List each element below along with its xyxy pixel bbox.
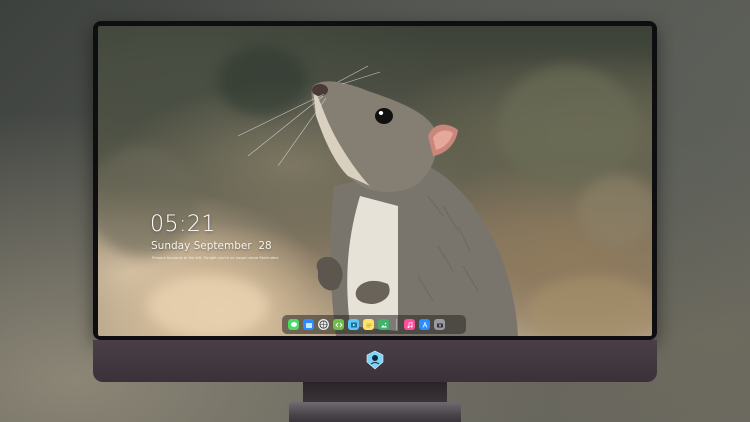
monitor-neck bbox=[303, 382, 447, 404]
media-icon[interactable] bbox=[348, 319, 359, 330]
browser-icon[interactable] bbox=[318, 319, 329, 330]
app-store-icon[interactable] bbox=[419, 319, 430, 330]
lock-screen-clock: 05:21 bbox=[150, 212, 216, 237]
lock-screen-wallpaper bbox=[98, 26, 652, 336]
camera-icon[interactable] bbox=[434, 319, 445, 330]
dock-separator bbox=[396, 319, 397, 330]
dock bbox=[282, 315, 466, 334]
messages-icon[interactable] bbox=[288, 319, 299, 330]
images-icon[interactable] bbox=[378, 319, 389, 330]
files-icon[interactable] bbox=[303, 319, 314, 330]
squirrel-image bbox=[237, 65, 518, 336]
lock-screen-date: Sunday September 28 bbox=[151, 240, 272, 252]
monitor-stand bbox=[289, 402, 461, 422]
code-icon[interactable] bbox=[333, 319, 344, 330]
lock-screen-hint: Prepare forwards to the left, Tonight yo… bbox=[152, 256, 279, 260]
music-icon[interactable] bbox=[404, 319, 415, 330]
notes-icon[interactable] bbox=[363, 319, 374, 330]
brand-logo-icon bbox=[365, 350, 385, 370]
